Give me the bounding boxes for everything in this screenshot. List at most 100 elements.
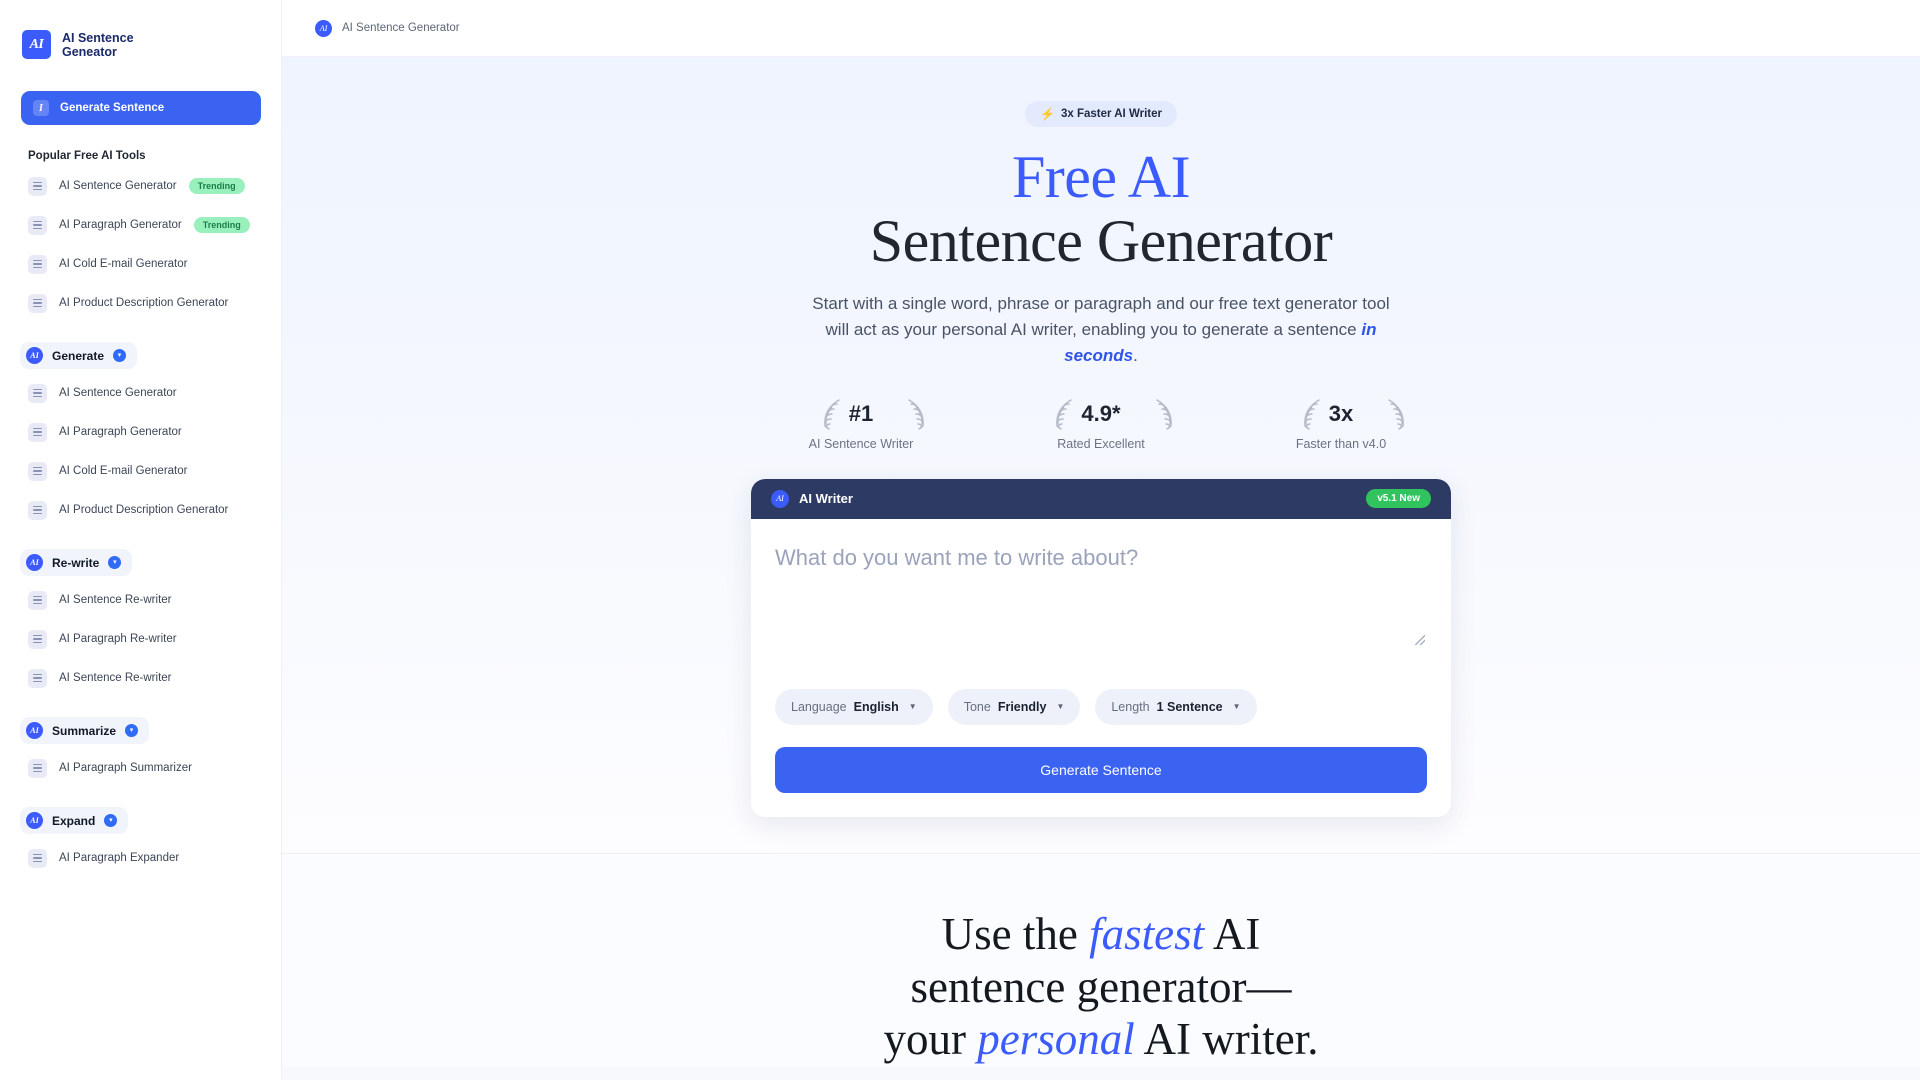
main-content: AI AI Sentence Generator ⚡ 3x Faster AI … (282, 0, 1920, 1080)
hero-badge-label: 3x Faster AI Writer (1060, 108, 1162, 120)
value-prop-line1-em: fastest (1089, 908, 1205, 959)
breadcrumb: AI AI Sentence Generator (282, 0, 1920, 57)
control-key: Language (791, 699, 847, 714)
list-lines-icon (28, 254, 47, 274)
list-lines-icon (28, 668, 47, 688)
hero-description-part1: Start with a single word, phrase or para… (812, 294, 1390, 340)
sidebar-item-label: AI Product Description Generator (59, 297, 229, 309)
control-key: Tone (963, 699, 991, 714)
ai-circle-icon: AI (315, 19, 332, 37)
sidebar-item-label: AI Cold E-mail Generator (59, 465, 188, 477)
status-badge: Trending (188, 178, 245, 194)
sidebar-item-label: AI Paragraph Expander (59, 852, 180, 864)
sidebar-group-label: Summarize (52, 723, 117, 738)
stat-0: #1 AI Sentence Writer (786, 397, 936, 451)
sidebar-item-label: AI Paragraph Generator (59, 219, 182, 231)
italic-i-icon: I (33, 100, 49, 116)
sidebar-item-label: AI Paragraph Re-writer (59, 633, 177, 645)
value-prop-line3-em: personal (977, 1014, 1135, 1065)
stat-1: 4.9* Rated Excellent (1026, 397, 1176, 451)
sidebar-item-3-0[interactable]: AI Paragraph Expander (28, 843, 281, 873)
ai-circle-icon: AI (26, 554, 43, 571)
brand[interactable]: AI AI Sentence Geneator (0, 0, 281, 59)
control-value: Friendly (997, 699, 1047, 714)
list-lines-icon (28, 383, 47, 403)
sidebar-item-2-0[interactable]: AI Paragraph Summarizer (28, 753, 281, 783)
sidebar-item-label: AI Product Description Generator (59, 504, 229, 516)
chevron-down-icon[interactable]: ▾ (125, 724, 139, 737)
popular-tools-heading: Popular Free AI Tools (28, 150, 146, 162)
sidebar-group-header-3[interactable]: AI Expand ▾ (20, 807, 129, 834)
sidebar-groups: AI Generate ▾ AI Sentence Generator AI Parag… (0, 318, 281, 873)
hero-description-part2: . (1133, 346, 1138, 366)
value-prop-line2: sentence generator— (910, 961, 1292, 1012)
control-key: Length (1111, 699, 1150, 714)
chevron-down-icon[interactable]: ▾ (108, 556, 122, 569)
chevron-down-icon[interactable]: ▾ (104, 814, 118, 827)
sidebar-item-1-0[interactable]: AI Sentence Re-writer (28, 585, 281, 615)
sidebar: AI AI Sentence Geneator I Generate Sente… (0, 0, 282, 1080)
brand-name-line1: AI Sentence (62, 30, 134, 45)
page-title-line2: Sentence Generator (869, 208, 1333, 275)
ai-writer-card: AI AI Writer v5.1 New What do you want m… (751, 478, 1451, 817)
sidebar-item-popular-2[interactable]: AI Cold E-mail Generator (28, 249, 281, 279)
brand-name: AI Sentence Geneator (62, 31, 134, 59)
stats-row: #1 AI Sentence Writer 4.9* Rated Excellent 3… (282, 397, 1920, 451)
sidebar-group-header-0[interactable]: AI Generate ▾ (20, 342, 138, 369)
ai-circle-icon: AI (26, 347, 43, 364)
control-language[interactable]: Language English ▼ (775, 688, 933, 725)
sidebar-item-popular-1[interactable]: AI Paragraph Generator Trending (28, 210, 281, 240)
writer-controls: Language English ▼ Tone Friendly ▼ Length 1 Sen… (775, 688, 1427, 725)
control-tone[interactable]: Tone Friendly ▼ (947, 688, 1081, 725)
sidebar-item-1-2[interactable]: AI Sentence Re-writer (28, 663, 281, 693)
sidebar-item-label: AI Paragraph Summarizer (59, 762, 192, 774)
sidebar-item-0-1[interactable]: AI Paragraph Generator (28, 417, 281, 447)
generate-sentence-button[interactable]: Generate Sentence (775, 746, 1427, 793)
chevron-down-icon[interactable]: ▾ (113, 349, 127, 362)
ai-writer-title: AI Writer (799, 491, 853, 507)
value-prop-line3a: your (883, 1014, 978, 1065)
stat-label: Rated Excellent (1057, 436, 1145, 451)
value-prop-line1b: AI (1204, 908, 1261, 959)
sidebar-group-header-1[interactable]: AI Re-write ▾ (20, 549, 133, 576)
list-lines-icon (28, 758, 47, 778)
value-prop-line3b: AI writer. (1134, 1014, 1319, 1065)
list-lines-icon (28, 590, 47, 610)
list-lines-icon (28, 293, 47, 313)
sidebar-item-0-0[interactable]: AI Sentence Generator (28, 378, 281, 408)
control-length[interactable]: Length 1 Sentence ▼ (1095, 688, 1257, 725)
brand-logo-icon: AI (22, 30, 51, 59)
hero-description: Start with a single word, phrase or para… (801, 291, 1401, 368)
sidebar-group-1: AI Re-write ▾ AI Sentence Re-writer AI Parag… (0, 525, 281, 693)
page-title-line1: Free AI (1011, 144, 1191, 210)
ai-circle-icon: AI (26, 812, 43, 829)
lightning-bolt-icon: ⚡ (1040, 107, 1055, 121)
sidebar-item-label: AI Sentence Re-writer (59, 672, 172, 684)
list-lines-icon (28, 629, 47, 649)
ai-circle-icon: AI (26, 722, 43, 739)
sidebar-group-0: AI Generate ▾ AI Sentence Generator AI Parag… (0, 318, 281, 525)
sidebar-item-label: AI Sentence Generator (59, 387, 177, 399)
control-value: English (853, 699, 899, 714)
breadcrumb-title: AI Sentence Generator (342, 22, 460, 34)
sidebar-item-popular-3[interactable]: AI Product Description Generator (28, 288, 281, 318)
laurel-wreath: 4.9* (1026, 397, 1176, 431)
laurel-wreath: 3x (1266, 397, 1416, 431)
sidebar-group-label: Expand (52, 813, 96, 828)
list-lines-icon (28, 215, 47, 235)
sidebar-item-label: AI Sentence Re-writer (59, 594, 172, 606)
sidebar-group-label: Generate (52, 348, 105, 363)
sidebar-item-0-3[interactable]: AI Product Description Generator (28, 495, 281, 525)
sidebar-item-0-2[interactable]: AI Cold E-mail Generator (28, 456, 281, 486)
sidebar-item-1-1[interactable]: AI Paragraph Re-writer (28, 624, 281, 654)
chevron-down-icon: ▼ (1056, 702, 1065, 712)
hero-badge: ⚡ 3x Faster AI Writer (1025, 101, 1177, 127)
textarea-resize-handle[interactable] (1415, 634, 1425, 645)
ai-circle-icon: AI (771, 489, 789, 508)
sidebar-group-header-2[interactable]: AI Summarize ▾ (20, 717, 150, 744)
generate-sentence-sidebar-button[interactable]: I Generate Sentence (21, 91, 261, 125)
control-value: 1 Sentence (1156, 699, 1223, 714)
prompt-input[interactable]: What do you want me to write about? (775, 545, 1427, 645)
sidebar-item-popular-0[interactable]: AI Sentence Generator Trending (28, 171, 281, 201)
list-lines-icon (28, 500, 47, 520)
